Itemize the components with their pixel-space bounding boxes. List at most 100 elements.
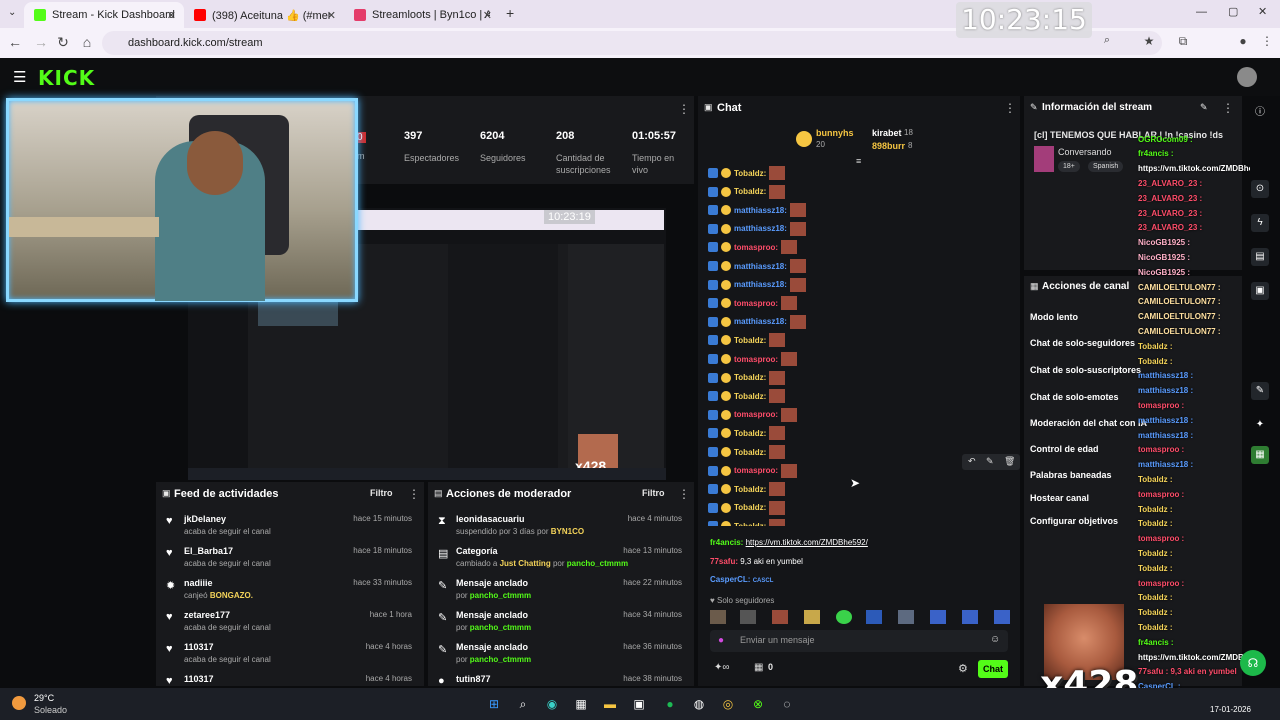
windows-start-icon[interactable]: ⊞ [484, 694, 504, 714]
rail-icon-6[interactable]: ✦ [1251, 416, 1269, 434]
emote-icon[interactable] [930, 610, 946, 624]
emote-icon[interactable] [962, 610, 978, 624]
activity-feed-filter[interactable]: Filtro [370, 488, 393, 498]
emote-icon[interactable] [866, 610, 882, 624]
chat-username[interactable]: Tobaldz: [734, 448, 766, 457]
rail-icon-1[interactable]: ⊙ [1251, 180, 1269, 198]
maximize-window-icon[interactable]: ▢ [1228, 5, 1238, 18]
back-icon[interactable]: ← [6, 34, 24, 50]
chat-username[interactable]: Tobaldz: [734, 522, 766, 526]
chat-send-button[interactable]: Chat [978, 660, 1008, 678]
user-avatar[interactable] [1237, 67, 1257, 87]
action-subs-only[interactable]: Chat de solo-suscriptores [1030, 365, 1141, 375]
chat-link[interactable]: https://vm.tiktok.com/ZMDBhe592/ [746, 538, 868, 547]
emote-icon[interactable] [898, 610, 914, 624]
chat-username[interactable]: tomasproo: [734, 466, 778, 475]
chat-username[interactable]: Tobaldz: [734, 485, 766, 494]
stats-menu-icon[interactable]: ⋮ [678, 102, 690, 116]
action-emotes-only[interactable]: Chat de solo-emotes [1030, 392, 1119, 402]
close-tab-icon[interactable]: ✕ [167, 9, 176, 22]
chat-username[interactable]: 77safu: [710, 557, 738, 566]
rail-icon-2[interactable]: ϟ [1251, 214, 1269, 232]
activity-user[interactable]: 110317 [184, 674, 214, 684]
mod-action-title[interactable]: tutin877 [456, 674, 491, 684]
activity-user[interactable]: zetaree177 [184, 610, 230, 620]
emote-icon[interactable] [710, 610, 726, 624]
support-icon[interactable]: ☊ [1240, 650, 1266, 676]
chat-username[interactable]: Tobaldz: [734, 429, 766, 438]
spotify-icon[interactable]: ● [660, 694, 680, 714]
mod-action-title[interactable]: Categoría [456, 546, 498, 556]
chat-username[interactable]: Tobaldz: [734, 336, 766, 345]
chat-username[interactable]: tomasproo: [734, 410, 778, 419]
reply-icon[interactable]: ↶ [968, 456, 976, 467]
mic-icon[interactable]: ● [718, 635, 724, 646]
chat-input[interactable]: ● Enviar un mensaje ☺ [710, 630, 1008, 652]
chat-menu-icon[interactable]: ⋮ [1004, 101, 1016, 115]
mod-action-title[interactable]: Mensaje anclado [456, 610, 528, 620]
chat-username[interactable]: tomasproo: [734, 299, 778, 308]
search-icon[interactable]: ⌕ [513, 694, 533, 714]
tab-streamloots[interactable]: Streamloots | Byn1co | Apóyam ✕ [344, 2, 500, 28]
chat-username[interactable]: tomasproo: [734, 355, 778, 364]
chat-username[interactable]: matthiassz18: [734, 317, 787, 326]
chat-username[interactable]: matthiassz18: [734, 224, 787, 233]
chat-username[interactable]: Tobaldz: [734, 187, 766, 196]
points-icon[interactable]: ✦∞ [714, 662, 730, 673]
file-explorer-icon[interactable]: ▬ [600, 694, 620, 714]
leader-1-name[interactable]: bunnyhs [816, 128, 854, 138]
chat-username[interactable]: Tobaldz: [734, 373, 766, 382]
activity-user[interactable]: nadiiie [184, 578, 213, 588]
chat-username[interactable]: CasperCL: [710, 575, 750, 584]
mod-actions-filter[interactable]: Filtro [642, 488, 665, 498]
minimize-window-icon[interactable]: — [1196, 6, 1207, 18]
profile-icon[interactable]: ● [1234, 34, 1252, 48]
chat-username[interactable]: Tobaldz: [734, 169, 766, 178]
delete-message-icon[interactable]: 🗑 [1004, 456, 1015, 467]
gift-icon[interactable]: ▦ [754, 662, 763, 673]
tab-kick-dashboard[interactable]: Stream - Kick Dashboard ✕ [24, 2, 184, 28]
chat-username[interactable]: tomasproo: [734, 243, 778, 252]
edit-icon[interactable]: ✎ [1200, 102, 1208, 113]
close-tab-icon[interactable]: ✕ [327, 9, 336, 22]
chat-username[interactable]: Tobaldz: [734, 503, 766, 512]
app-icon[interactable]: ▣ [629, 694, 649, 714]
chat-username[interactable]: matthiassz18: [734, 206, 787, 215]
category-name[interactable]: Conversando [1058, 147, 1112, 157]
emote-icon[interactable] [772, 610, 788, 624]
action-configure-goals[interactable]: Configurar objetivos [1030, 516, 1118, 526]
reload-icon[interactable]: ↻ [54, 34, 72, 51]
activity-user[interactable]: El_Barba17 [184, 546, 233, 556]
store-icon[interactable]: ▦ [571, 694, 591, 714]
chrome-icon[interactable]: ◎ [718, 694, 738, 714]
new-tab-icon[interactable]: + [506, 5, 514, 21]
close-window-icon[interactable]: ✕ [1258, 5, 1267, 18]
chat-username[interactable]: fr4ancis: [710, 538, 743, 547]
tab-youtube[interactable]: (398) Aceituna 👍 (#meme202 ✕ [184, 2, 344, 28]
chat-settings-icon[interactable]: ⚙ [958, 662, 968, 675]
pin-message-icon[interactable]: ✎ [986, 456, 994, 467]
mod-action-title[interactable]: leonidasacuariu [456, 514, 525, 524]
forward-icon[interactable]: → [32, 34, 50, 50]
extensions-icon[interactable]: ⧉ [1174, 34, 1192, 49]
whatsapp-icon[interactable]: ◍ [689, 694, 709, 714]
obs-icon[interactable]: ◌ [777, 694, 797, 714]
chat-username[interactable]: Tobaldz: [734, 392, 766, 401]
hamburger-menu-icon[interactable]: ☰ [13, 68, 26, 86]
rail-icon-7[interactable]: ▦ [1251, 446, 1269, 464]
rail-icon-5[interactable]: ✎ [1251, 382, 1269, 400]
emote-icon[interactable] [836, 610, 852, 624]
close-tab-icon[interactable]: ✕ [483, 9, 492, 22]
kick-logo[interactable]: KICK [38, 66, 95, 90]
home-icon[interactable]: ⌂ [78, 34, 96, 50]
mod-actions-menu-icon[interactable]: ⋮ [678, 487, 690, 501]
edge-icon[interactable]: ◉ [542, 694, 562, 714]
action-banned-words[interactable]: Palabras baneadas [1030, 470, 1112, 480]
emoji-picker-icon[interactable]: ☺ [990, 634, 1000, 645]
leader-3-name[interactable]: 898burr [872, 141, 905, 151]
action-followers-only[interactable]: Chat de solo-seguidores [1030, 338, 1135, 348]
xbox-icon[interactable]: ⊗ [748, 694, 768, 714]
emote-icon[interactable] [804, 610, 820, 624]
leader-2-name[interactable]: kirabet [872, 128, 902, 138]
action-age-control[interactable]: Control de edad [1030, 444, 1099, 454]
